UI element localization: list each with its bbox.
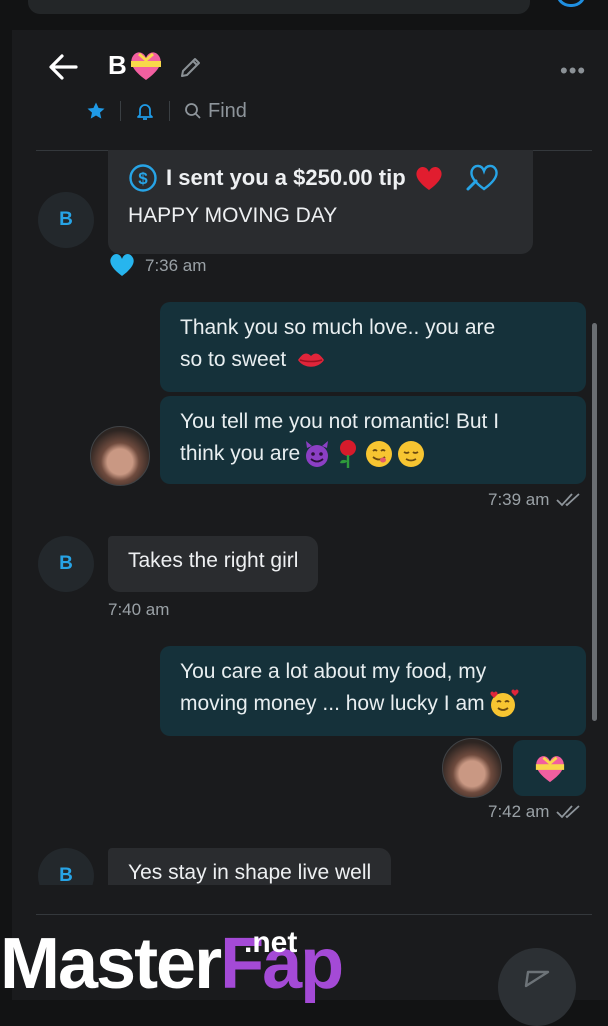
message-text: Thank you so much love.. you are: [180, 316, 496, 339]
outgoing-message-bubble[interactable]: Thank you so much love.. you are so to s…: [160, 302, 586, 392]
find-label: Find: [208, 99, 247, 122]
search-bar-remnant: [28, 0, 530, 14]
chat-subbar: Find: [86, 98, 247, 124]
message-text: think you are: [180, 442, 301, 465]
tip-line: $ I sent you a $250.00 tip: [128, 162, 513, 194]
double-check-icon: [556, 805, 581, 819]
message-time: 7:42 am: [488, 802, 550, 821]
message-list[interactable]: B $ I sent you a $250.00 tip HAPPY MOVIN…: [12, 150, 608, 885]
tip-message-bubble[interactable]: $ I sent you a $250.00 tip HAPPY MOVING …: [108, 150, 533, 254]
relieved-face-icon: [398, 441, 425, 467]
contact-name[interactable]: B: [108, 50, 127, 81]
message-status: 7:39 am: [488, 490, 585, 510]
message-text: moving money ... how lucky I am: [180, 692, 485, 715]
arrow-left-icon[interactable]: [46, 52, 80, 82]
smiling-devil-icon: [306, 441, 329, 467]
message-time: 7:40 am: [108, 600, 170, 619]
message-text: You tell me you not romantic! But I: [180, 410, 500, 433]
kiss-lips-icon: [298, 353, 325, 367]
smiling-face-with-hearts-icon: [490, 689, 519, 717]
incoming-message-bubble[interactable]: Takes the right girl: [108, 536, 319, 592]
star-icon[interactable]: [86, 101, 106, 121]
bell-icon[interactable]: [135, 101, 155, 121]
send-button[interactable]: [498, 948, 576, 1026]
yum-face-icon: [366, 441, 393, 467]
gift-heart-emoji-icon: [535, 756, 564, 783]
divider: [169, 101, 170, 121]
scrollbar[interactable]: [592, 323, 597, 721]
gift-heart-emoji-icon: [131, 52, 161, 80]
message-time: 7:39 am: [488, 490, 550, 509]
blue-heart-icon: [110, 253, 134, 276]
dollar-circle-icon: $: [129, 164, 157, 192]
composer-divider: [36, 914, 592, 915]
message-text: Yes stay in shape live well: [128, 861, 372, 884]
outgoing-message-bubble[interactable]: You care a lot about my food, my moving …: [160, 646, 586, 736]
message-status: 7:42 am: [488, 802, 585, 822]
more-options-icon[interactable]: •••: [560, 58, 586, 84]
watermark-logo: MasterFap .net: [0, 926, 344, 1001]
send-icon: [524, 970, 550, 988]
double-check-icon: [556, 493, 581, 507]
message-text: so to sweet: [180, 348, 287, 371]
avatar[interactable]: B: [38, 536, 94, 592]
message-text: Takes the right girl: [128, 549, 299, 572]
pencil-icon[interactable]: [178, 54, 204, 80]
message-time: 7:36 am: [145, 256, 207, 275]
avatar[interactable]: [442, 738, 502, 798]
avatar[interactable]: [90, 426, 150, 486]
rose-icon: [340, 440, 357, 468]
message-text: You care a lot about my food, my: [180, 660, 487, 683]
red-heart-icon: [416, 166, 442, 190]
tip-text: I sent you a $250.00 tip: [166, 165, 406, 190]
watermark-domain: .net: [244, 926, 298, 959]
avatar[interactable]: B: [38, 848, 94, 885]
tip-message-body: HAPPY MOVING DAY: [128, 204, 338, 227]
top-status-icon: [556, 0, 586, 7]
svg-text:$: $: [138, 169, 148, 188]
avatar[interactable]: B: [38, 192, 94, 248]
outgoing-message-bubble[interactable]: You tell me you not romantic! But I thin…: [160, 396, 586, 484]
find-button[interactable]: Find: [184, 100, 247, 123]
search-icon: [185, 103, 201, 119]
blue-heart-outline-icon: [466, 164, 498, 191]
outgoing-emoji-bubble[interactable]: [513, 740, 586, 796]
watermark-text: Master: [0, 924, 222, 1004]
incoming-message-bubble[interactable]: Yes stay in shape live well: [108, 848, 392, 885]
divider: [120, 101, 121, 121]
